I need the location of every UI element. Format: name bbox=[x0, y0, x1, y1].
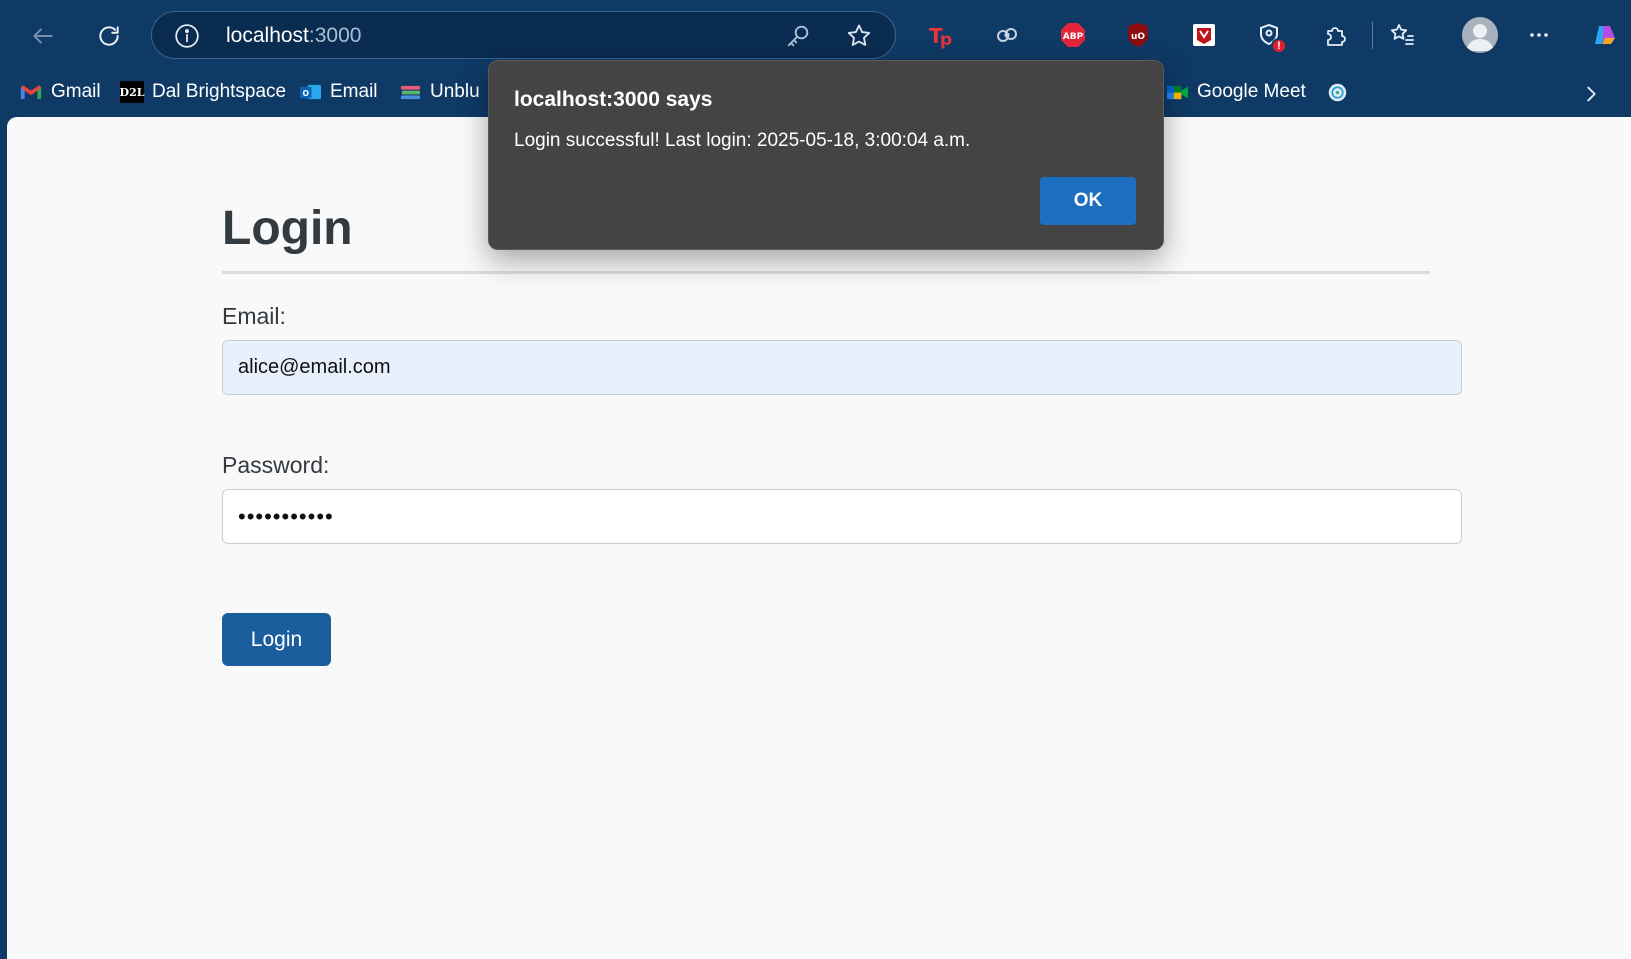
favorites-button[interactable] bbox=[1383, 16, 1421, 54]
alert-dialog: localhost:3000 says Login successful! La… bbox=[488, 60, 1164, 250]
site-info-icon[interactable] bbox=[174, 23, 200, 49]
d2l-icon: D2L bbox=[120, 81, 144, 103]
profile-icon bbox=[1466, 24, 1494, 51]
mcafee-icon bbox=[1193, 24, 1215, 46]
title-divider bbox=[222, 271, 1430, 274]
svg-text:p: p bbox=[940, 30, 952, 50]
bookmark-label: Dal Brightspace bbox=[152, 81, 287, 102]
ublock-icon: uO bbox=[1128, 23, 1148, 47]
tracker-badge: ! bbox=[1271, 38, 1287, 54]
url-text: localhost:3000 bbox=[226, 23, 361, 49]
books-icon bbox=[398, 81, 422, 103]
bookmark-label: Unblu bbox=[430, 81, 480, 102]
chevron-right-icon bbox=[1587, 86, 1596, 102]
link-icon bbox=[997, 28, 1017, 42]
more-menu-button[interactable] bbox=[1520, 16, 1558, 54]
email-label: Email: bbox=[222, 303, 286, 329]
bookmark-google-meet[interactable]: Google Meet bbox=[1165, 77, 1306, 107]
outlook-icon: O bbox=[298, 81, 322, 103]
mcafee-button[interactable] bbox=[1185, 16, 1223, 54]
gmail-icon bbox=[19, 81, 43, 103]
tp-extension-button[interactable]: Tp bbox=[923, 16, 961, 54]
bookmark-gmail[interactable]: Gmail bbox=[19, 77, 101, 107]
svg-text:O: O bbox=[302, 88, 309, 97]
copilot-button[interactable] bbox=[1586, 16, 1624, 54]
favorite-star-icon[interactable] bbox=[845, 22, 873, 50]
toolbar-divider bbox=[1372, 22, 1373, 49]
bookmark-unblu[interactable]: Unblu bbox=[398, 77, 480, 107]
tp-icon: Tp bbox=[929, 24, 952, 50]
url-host: localhost bbox=[226, 24, 309, 47]
globe-icon bbox=[1325, 81, 1349, 103]
dialog-title: localhost:3000 says bbox=[514, 88, 713, 111]
google-meet-icon bbox=[1165, 81, 1189, 103]
adblock-plus-button[interactable]: ABP bbox=[1054, 16, 1092, 54]
bookmark-dal-brightspace[interactable]: D2L Dal Brightspace bbox=[120, 77, 286, 107]
svg-text:ABP: ABP bbox=[1063, 32, 1084, 42]
password-label: Password: bbox=[222, 452, 330, 478]
bookmark-email[interactable]: O Email bbox=[298, 77, 378, 107]
bookmark-label: Gmail bbox=[51, 81, 101, 102]
reload-icon bbox=[99, 26, 119, 46]
copilot-icon bbox=[1595, 26, 1615, 44]
ublock-button[interactable]: uO bbox=[1119, 16, 1157, 54]
svg-text:uO: uO bbox=[1131, 32, 1145, 42]
bookmark-label: Google Meet bbox=[1197, 81, 1306, 102]
address-bar[interactable]: localhost:3000 bbox=[151, 11, 896, 59]
email-field[interactable]: alice@email.com bbox=[222, 340, 1462, 395]
password-key-icon[interactable] bbox=[784, 22, 812, 50]
bookmarks-overflow-button[interactable] bbox=[1574, 77, 1608, 111]
ok-button[interactable]: OK bbox=[1040, 177, 1136, 225]
bookmark-label: Email bbox=[330, 81, 378, 102]
back-arrow-icon bbox=[33, 28, 53, 44]
page-title: Login bbox=[222, 202, 353, 255]
profile-avatar[interactable] bbox=[1462, 17, 1498, 53]
tracker-extension-button[interactable]: ! bbox=[1250, 16, 1288, 54]
adblock-plus-icon: ABP bbox=[1061, 23, 1085, 47]
favorites-list-icon bbox=[1390, 24, 1414, 45]
back-button[interactable] bbox=[21, 14, 65, 58]
url-port: :3000 bbox=[308, 24, 362, 47]
dialog-message: Login successful! Last login: 2025-05-18… bbox=[514, 130, 971, 151]
extensions-button[interactable] bbox=[1317, 16, 1355, 54]
password-field[interactable]: ••••••••••• bbox=[222, 489, 1462, 544]
login-button[interactable]: Login bbox=[222, 613, 331, 666]
bookmark-unnamed[interactable] bbox=[1325, 77, 1349, 107]
more-dots-icon bbox=[1530, 33, 1548, 37]
reload-button[interactable] bbox=[87, 14, 131, 58]
extensions-puzzle-icon bbox=[1327, 27, 1346, 46]
link-extension-button[interactable] bbox=[988, 16, 1026, 54]
